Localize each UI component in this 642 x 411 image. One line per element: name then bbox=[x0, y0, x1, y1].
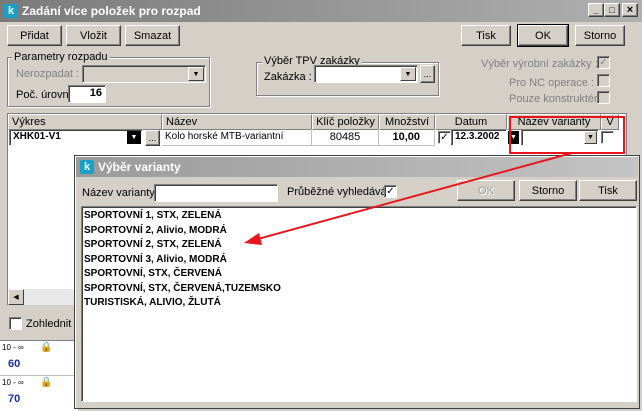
variant-list-item[interactable]: SPORTOVNÍ 2, Alivio, MODRÁ bbox=[82, 224, 636, 239]
variant-print-button[interactable]: Tisk bbox=[579, 180, 637, 201]
row-v-checkbox[interactable] bbox=[601, 131, 614, 144]
variant-list: SPORTOVNÍ 1, STX, ZELENÁ SPORTOVNÍ 2, Al… bbox=[81, 206, 637, 402]
delete-button[interactable]: Smazat bbox=[125, 25, 180, 46]
list-item[interactable]: 10 - ∞ 🔒 60 bbox=[0, 341, 78, 375]
minimize-button[interactable]: _ bbox=[588, 3, 604, 17]
nerozpadat-label: Nerozpadat : bbox=[16, 68, 79, 80]
col-header-varianta[interactable]: Název varianty bbox=[507, 114, 601, 130]
variant-list-item[interactable]: SPORTOVNÍ 3, Alivio, MODRÁ bbox=[82, 253, 636, 268]
variant-list-item[interactable]: SPORTOVNÍ, STX, ČERVENÁ,TUZEMSKO bbox=[82, 282, 636, 297]
insert-button[interactable]: Vložit bbox=[66, 25, 121, 46]
lock-icon: 🔒 bbox=[40, 342, 53, 353]
zakazka-browse-button[interactable]: ... bbox=[420, 65, 435, 83]
variant-dialog-titlebar[interactable]: k Výběr varianty bbox=[76, 157, 638, 177]
row-datum-input[interactable]: 12.3.2002 bbox=[451, 129, 507, 146]
live-search-label: Průběžné vyhledávání bbox=[287, 186, 396, 198]
konstrukter-checkbox[interactable] bbox=[597, 91, 610, 104]
nc-operace-label: Pro NC operace : bbox=[509, 77, 594, 89]
live-search-checkbox[interactable]: ✓ bbox=[384, 185, 397, 198]
side-row-range: 10 - ∞ bbox=[2, 343, 24, 352]
zohlednit-checkbox[interactable] bbox=[9, 317, 22, 330]
variant-dialog: k Výběr varianty Název varianty Průběžné… bbox=[74, 155, 640, 409]
print-button[interactable]: Tisk bbox=[461, 25, 511, 46]
list-item[interactable]: 10 - ∞ 🔒 70 bbox=[0, 375, 78, 411]
zakazka-label: Zakázka : bbox=[264, 71, 312, 83]
scroll-left-icon[interactable]: ◀ bbox=[8, 289, 24, 305]
variant-name-label: Název varianty bbox=[82, 187, 155, 199]
maximize-button[interactable]: □ bbox=[604, 3, 620, 17]
row-vykres-dropdown-icon[interactable]: ▼ bbox=[127, 131, 141, 144]
variant-list-item[interactable]: TURISTISKÁ, ALIVIO, ŽLUTÁ bbox=[82, 296, 636, 311]
add-button[interactable]: Přidat bbox=[7, 25, 62, 46]
row-klic-cell[interactable]: 80485 bbox=[312, 129, 379, 146]
main-title: Zadání více položek pro rozpad bbox=[22, 4, 201, 18]
row-nazev-cell[interactable]: Kolo horské MTB-variantní bbox=[162, 129, 312, 146]
col-header-klic[interactable]: Klíč položky bbox=[312, 114, 379, 130]
app-logo-icon: k bbox=[4, 4, 18, 18]
main-titlebar[interactable]: k Zadání více položek pro rozpad _ □ × bbox=[0, 0, 642, 22]
row-datum-dropdown-icon[interactable]: ▼ bbox=[508, 131, 519, 144]
zakazka-dropdown-icon[interactable]: ▼ bbox=[400, 67, 416, 81]
variant-name-input[interactable] bbox=[154, 184, 278, 202]
variant-list-item[interactable]: SPORTOVNÍ, STX, ČERVENÁ bbox=[82, 267, 636, 282]
levels-input[interactable]: 16 bbox=[68, 85, 106, 103]
variant-ok-button[interactable]: OK bbox=[457, 180, 515, 201]
side-row-range: 10 - ∞ bbox=[2, 378, 24, 387]
row-datum-checkbox[interactable]: ✓ bbox=[438, 131, 451, 144]
side-row-value: 70 bbox=[8, 393, 21, 405]
close-button[interactable]: × bbox=[622, 3, 638, 17]
cancel-button[interactable]: Storno bbox=[575, 25, 625, 46]
vyrobni-zakazka-checkbox[interactable]: ✓ bbox=[597, 56, 610, 69]
variant-list-item[interactable]: SPORTOVNÍ 2, STX, ZELENÁ bbox=[82, 238, 636, 253]
col-header-v[interactable]: V bbox=[601, 114, 619, 130]
variant-list-item[interactable]: SPORTOVNÍ 1, STX, ZELENÁ bbox=[82, 209, 636, 224]
ok-button[interactable]: OK bbox=[517, 24, 569, 47]
row-mnozstvi-cell[interactable]: 10,00 bbox=[379, 129, 435, 146]
variant-dialog-logo-icon: k bbox=[80, 160, 94, 174]
row-vykres-browse-button[interactable]: ... bbox=[145, 130, 160, 146]
nc-operace-checkbox[interactable] bbox=[597, 74, 610, 87]
variant-dialog-title: Výběr varianty bbox=[98, 160, 181, 174]
col-header-nazev[interactable]: Název bbox=[162, 114, 312, 130]
col-header-vykres[interactable]: Výkres bbox=[8, 114, 162, 130]
konstrukter-label: Pouze konstruktér: bbox=[509, 93, 601, 105]
lock-icon: 🔒 bbox=[40, 377, 53, 388]
nerozpadat-dropdown-icon[interactable]: ▼ bbox=[188, 67, 204, 81]
row-varianta-dropdown-icon[interactable]: ▼ bbox=[584, 131, 597, 144]
vyrobni-zakazka-label: Výběr výrobní zakázky : bbox=[481, 58, 598, 70]
variant-cancel-button[interactable]: Storno bbox=[519, 180, 577, 201]
side-row-value: 60 bbox=[8, 358, 21, 370]
side-rows: 10 - ∞ 🔒 60 10 - ∞ 🔒 70 bbox=[0, 340, 78, 411]
col-header-mnozstvi[interactable]: Množství bbox=[379, 114, 435, 130]
col-header-datum[interactable]: Datum bbox=[435, 114, 507, 130]
parametry-group-label: Parametry rozpadu bbox=[12, 51, 110, 63]
row-vykres-input[interactable]: XHK01-V1 bbox=[9, 129, 143, 146]
main-grid-scrollbar[interactable]: ◀ bbox=[8, 289, 78, 305]
